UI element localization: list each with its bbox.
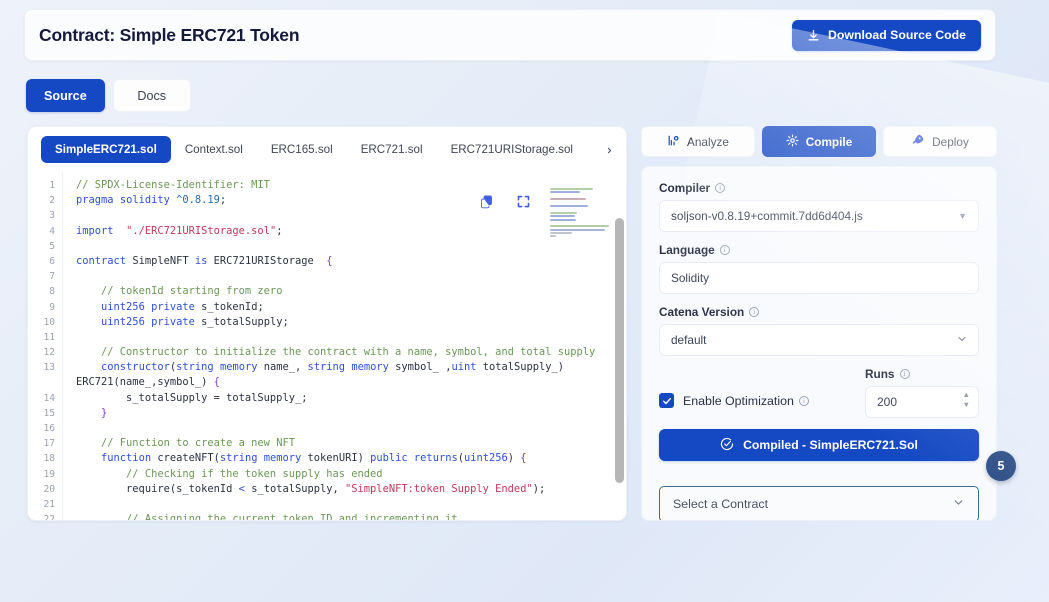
mode-tabs: Analyze Compile Deploy (641, 126, 997, 157)
editor-action-icons (479, 194, 531, 213)
tab-source[interactable]: Source (26, 79, 105, 112)
app-page: Contract: Simple ERC721 Token Download S… (0, 0, 1049, 602)
gear-icon (786, 134, 799, 150)
line-number-gutter: 1234567 89101112 13 141516171819 2021222… (43, 180, 55, 521)
info-icon[interactable]: i (715, 183, 726, 193)
quantity-stepper[interactable]: ▲ ▼ (963, 391, 970, 409)
code-card: SimpleERC721.sol Context.sol ERC165.sol … (27, 126, 627, 521)
tab-compile-label: Compile (805, 134, 853, 149)
optimization-row: Enable Optimization i Runs i 200 ▲ ▼ (659, 367, 979, 418)
top-tabs: Source Docs (26, 79, 191, 112)
catena-version-value: default (671, 333, 707, 347)
language-input[interactable]: Solidity (659, 262, 979, 294)
chevron-down-icon (956, 333, 968, 347)
copy-icon[interactable] (479, 194, 494, 213)
code-editor[interactable]: 1234567 89101112 13 141516171819 2021222… (28, 172, 626, 521)
compile-button-label: Compiled - SimpleERC721.Sol (743, 438, 918, 452)
enable-optimization-control[interactable]: Enable Optimization i (659, 393, 809, 418)
tab-compile[interactable]: Compile (762, 126, 876, 157)
info-icon[interactable]: i (899, 369, 910, 379)
contract-select[interactable]: Select a Contract (659, 486, 979, 520)
tab-analyze[interactable]: Analyze (641, 126, 755, 157)
right-panel: Analyze Compile Deploy Compiler i soljso… (641, 126, 997, 521)
analyze-icon (667, 134, 680, 150)
check-circle-icon (720, 437, 734, 454)
language-label: Language i (659, 243, 979, 257)
enable-optimization-checkbox[interactable] (659, 393, 674, 408)
code-scrollbar-thumb[interactable] (615, 218, 624, 483)
catena-version-label: Catena Version i (659, 305, 979, 319)
info-icon[interactable]: i (798, 395, 809, 406)
file-tab-erc165[interactable]: ERC165.sol (257, 136, 347, 163)
compiler-select-value: soljson-v0.8.19+commit.7dd6d404.js (671, 209, 863, 223)
page-title: Contract: Simple ERC721 Token (39, 24, 300, 45)
enable-optimization-label: Enable Optimization i (683, 394, 809, 408)
chevron-right-icon[interactable] (601, 142, 618, 161)
chevron-down-icon (952, 496, 965, 512)
info-icon[interactable]: i (749, 307, 760, 317)
code-content[interactable]: // SPDX-License-Identifier: MIT pragma so… (62, 172, 626, 520)
runs-label: Runs i (865, 367, 979, 381)
expand-icon[interactable] (516, 194, 531, 213)
tab-analyze-label: Analyze (687, 134, 729, 149)
contract-select-value: Select a Contract (673, 497, 769, 511)
tab-deploy[interactable]: Deploy (883, 126, 997, 157)
stepper-down-icon[interactable]: ▼ (963, 401, 970, 409)
compiler-label: Compiler i (659, 181, 979, 195)
header-card: Contract: Simple ERC721 Token Download S… (24, 9, 996, 61)
chevron-down-icon: ▼ (958, 211, 967, 221)
language-value: Solidity (671, 271, 710, 285)
file-tab-simpleerc721[interactable]: SimpleERC721.sol (41, 136, 171, 163)
step-badge: 5 (986, 451, 1016, 481)
download-source-code-button[interactable]: Download Source Code (791, 19, 981, 51)
compiler-select[interactable]: soljson-v0.8.19+commit.7dd6d404.js ▼ (659, 200, 979, 232)
stepper-up-icon[interactable]: ▲ (963, 391, 970, 399)
tab-deploy-label: Deploy (932, 134, 969, 149)
info-icon[interactable]: i (719, 245, 730, 255)
file-tabs: SimpleERC721.sol Context.sol ERC165.sol … (28, 127, 626, 172)
file-tab-erc721uristorage[interactable]: ERC721URIStorage.sol (437, 136, 587, 163)
download-button-label: Download Source Code (827, 28, 966, 42)
runs-value: 200 (877, 395, 898, 409)
download-icon (807, 29, 820, 42)
tab-docs[interactable]: Docs (112, 79, 191, 112)
runs-input[interactable]: 200 ▲ ▼ (865, 386, 979, 418)
compile-button[interactable]: Compiled - SimpleERC721.Sol (659, 429, 979, 461)
file-tab-erc721[interactable]: ERC721.sol (347, 136, 437, 163)
rocket-icon (911, 133, 925, 150)
runs-control: Runs i 200 ▲ ▼ (865, 367, 979, 418)
compile-panel: Compiler i soljson-v0.8.19+commit.7dd6d4… (641, 166, 997, 521)
file-tab-context[interactable]: Context.sol (171, 136, 257, 163)
catena-version-select[interactable]: default (659, 324, 979, 356)
